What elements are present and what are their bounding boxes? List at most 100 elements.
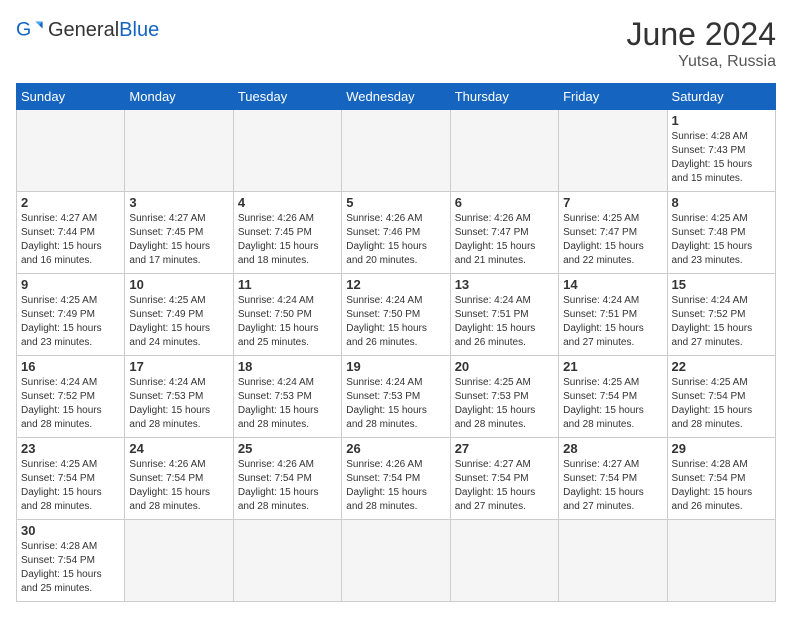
day-number: 2: [21, 195, 120, 210]
calendar-cell: 3 Sunrise: 4:27 AM Sunset: 7:45 PM Daylig…: [125, 192, 233, 274]
day-number: 17: [129, 359, 228, 374]
day-info: Sunrise: 4:26 AM Sunset: 7:54 PM Dayligh…: [238, 458, 337, 514]
location: Yutsa, Russia: [627, 53, 776, 71]
day-info: Sunrise: 4:28 AM Sunset: 7:54 PM Dayligh…: [672, 458, 771, 514]
calendar-cell: 1 Sunrise: 4:28 AM Sunset: 7:43 PM Daylig…: [667, 110, 775, 192]
day-number: 3: [129, 195, 228, 210]
day-number: 26: [346, 441, 445, 456]
calendar-week-row: 1 Sunrise: 4:28 AM Sunset: 7:43 PM Daylig…: [17, 110, 776, 192]
calendar-table: SundayMondayTuesdayWednesdayThursdayFrid…: [16, 83, 776, 602]
day-number: 30: [21, 523, 120, 538]
day-info: Sunrise: 4:24 AM Sunset: 7:52 PM Dayligh…: [672, 294, 771, 350]
calendar-cell: 28 Sunrise: 4:27 AM Sunset: 7:54 PM Dayli…: [559, 438, 667, 520]
day-info: Sunrise: 4:26 AM Sunset: 7:45 PM Dayligh…: [238, 212, 337, 268]
day-number: 28: [563, 441, 662, 456]
day-number: 1: [672, 113, 771, 128]
calendar-cell: [125, 110, 233, 192]
day-number: 8: [672, 195, 771, 210]
day-number: 21: [563, 359, 662, 374]
day-number: 22: [672, 359, 771, 374]
weekday-header-sunday: Sunday: [17, 84, 125, 110]
calendar-cell: [342, 110, 450, 192]
day-info: Sunrise: 4:24 AM Sunset: 7:51 PM Dayligh…: [455, 294, 554, 350]
calendar-cell: 11Sunrise: 4:24 AM Sunset: 7:50 PM Dayli…: [233, 274, 341, 356]
day-number: 10: [129, 277, 228, 292]
calendar-cell: [233, 110, 341, 192]
calendar-cell: 9 Sunrise: 4:25 AM Sunset: 7:49 PM Daylig…: [17, 274, 125, 356]
calendar-cell: 29 Sunrise: 4:28 AM Sunset: 7:54 PM Dayli…: [667, 438, 775, 520]
calendar-cell: [125, 520, 233, 602]
calendar-cell: [559, 520, 667, 602]
day-number: 24: [129, 441, 228, 456]
calendar-cell: 25 Sunrise: 4:26 AM Sunset: 7:54 PM Dayli…: [233, 438, 341, 520]
day-number: 25: [238, 441, 337, 456]
day-number: 13: [455, 277, 554, 292]
calendar-week-row: 30 Sunrise: 4:28 AM Sunset: 7:54 PM Dayli…: [17, 520, 776, 602]
page-header: G GeneralBlue June 2024 Yutsa, Russia: [16, 16, 776, 71]
day-info: Sunrise: 4:27 AM Sunset: 7:45 PM Dayligh…: [129, 212, 228, 268]
day-info: Sunrise: 4:25 AM Sunset: 7:47 PM Dayligh…: [563, 212, 662, 268]
day-number: 14: [563, 277, 662, 292]
day-number: 27: [455, 441, 554, 456]
calendar-cell: 13 Sunrise: 4:24 AM Sunset: 7:51 PM Dayli…: [450, 274, 558, 356]
weekday-header-thursday: Thursday: [450, 84, 558, 110]
month-title: June 2024: [627, 16, 776, 53]
calendar-cell: 14 Sunrise: 4:24 AM Sunset: 7:51 PM Dayli…: [559, 274, 667, 356]
day-info: Sunrise: 4:24 AM Sunset: 7:53 PM Dayligh…: [346, 376, 445, 432]
day-info: Sunrise: 4:24 AM Sunset: 7:52 PM Dayligh…: [21, 376, 120, 432]
day-info: Sunrise: 4:25 AM Sunset: 7:53 PM Dayligh…: [455, 376, 554, 432]
day-number: 12: [346, 277, 445, 292]
day-info: Sunrise: 4:25 AM Sunset: 7:48 PM Dayligh…: [672, 212, 771, 268]
weekday-header-saturday: Saturday: [667, 84, 775, 110]
calendar-cell: 16 Sunrise: 4:24 AM Sunset: 7:52 PM Dayli…: [17, 356, 125, 438]
day-number: 20: [455, 359, 554, 374]
weekday-header-monday: Monday: [125, 84, 233, 110]
day-info: Sunrise: 4:24 AM Sunset: 7:53 PM Dayligh…: [129, 376, 228, 432]
calendar-week-row: 9 Sunrise: 4:25 AM Sunset: 7:49 PM Daylig…: [17, 274, 776, 356]
calendar-cell: 15Sunrise: 4:24 AM Sunset: 7:52 PM Dayli…: [667, 274, 775, 356]
day-info: Sunrise: 4:28 AM Sunset: 7:54 PM Dayligh…: [21, 540, 120, 596]
day-number: 6: [455, 195, 554, 210]
day-number: 29: [672, 441, 771, 456]
logo: G GeneralBlue: [16, 16, 159, 44]
day-number: 4: [238, 195, 337, 210]
calendar-week-row: 2 Sunrise: 4:27 AM Sunset: 7:44 PM Daylig…: [17, 192, 776, 274]
day-info: Sunrise: 4:24 AM Sunset: 7:50 PM Dayligh…: [346, 294, 445, 350]
day-info: Sunrise: 4:24 AM Sunset: 7:50 PM Dayligh…: [238, 294, 337, 350]
day-number: 5: [346, 195, 445, 210]
day-number: 7: [563, 195, 662, 210]
calendar-cell: [17, 110, 125, 192]
calendar-cell: 30 Sunrise: 4:28 AM Sunset: 7:54 PM Dayli…: [17, 520, 125, 602]
day-info: Sunrise: 4:27 AM Sunset: 7:44 PM Dayligh…: [21, 212, 120, 268]
weekday-header-friday: Friday: [559, 84, 667, 110]
calendar-cell: 2 Sunrise: 4:27 AM Sunset: 7:44 PM Daylig…: [17, 192, 125, 274]
logo-text: GeneralBlue: [48, 19, 159, 41]
day-number: 9: [21, 277, 120, 292]
calendar-week-row: 23Sunrise: 4:25 AM Sunset: 7:54 PM Dayli…: [17, 438, 776, 520]
day-info: Sunrise: 4:27 AM Sunset: 7:54 PM Dayligh…: [563, 458, 662, 514]
day-info: Sunrise: 4:25 AM Sunset: 7:54 PM Dayligh…: [563, 376, 662, 432]
calendar-cell: 27Sunrise: 4:27 AM Sunset: 7:54 PM Dayli…: [450, 438, 558, 520]
calendar-cell: 20 Sunrise: 4:25 AM Sunset: 7:53 PM Dayli…: [450, 356, 558, 438]
calendar-cell: 21 Sunrise: 4:25 AM Sunset: 7:54 PM Dayli…: [559, 356, 667, 438]
day-info: Sunrise: 4:25 AM Sunset: 7:54 PM Dayligh…: [672, 376, 771, 432]
day-info: Sunrise: 4:28 AM Sunset: 7:43 PM Dayligh…: [672, 130, 771, 186]
day-info: Sunrise: 4:25 AM Sunset: 7:49 PM Dayligh…: [21, 294, 120, 350]
title-block: June 2024 Yutsa, Russia: [627, 16, 776, 71]
day-info: Sunrise: 4:25 AM Sunset: 7:49 PM Dayligh…: [129, 294, 228, 350]
day-number: 23: [21, 441, 120, 456]
day-info: Sunrise: 4:26 AM Sunset: 7:54 PM Dayligh…: [346, 458, 445, 514]
calendar-cell: [233, 520, 341, 602]
calendar-cell: 8 Sunrise: 4:25 AM Sunset: 7:48 PM Daylig…: [667, 192, 775, 274]
calendar-cell: 17 Sunrise: 4:24 AM Sunset: 7:53 PM Dayli…: [125, 356, 233, 438]
calendar-cell: 4 Sunrise: 4:26 AM Sunset: 7:45 PM Daylig…: [233, 192, 341, 274]
svg-text:G: G: [16, 19, 31, 41]
day-info: Sunrise: 4:24 AM Sunset: 7:51 PM Dayligh…: [563, 294, 662, 350]
calendar-cell: 22 Sunrise: 4:25 AM Sunset: 7:54 PM Dayli…: [667, 356, 775, 438]
day-number: 16: [21, 359, 120, 374]
calendar-cell: 24Sunrise: 4:26 AM Sunset: 7:54 PM Dayli…: [125, 438, 233, 520]
calendar-cell: 18Sunrise: 4:24 AM Sunset: 7:53 PM Dayli…: [233, 356, 341, 438]
calendar-cell: [559, 110, 667, 192]
logo-icon: G: [16, 16, 44, 44]
calendar-cell: [667, 520, 775, 602]
